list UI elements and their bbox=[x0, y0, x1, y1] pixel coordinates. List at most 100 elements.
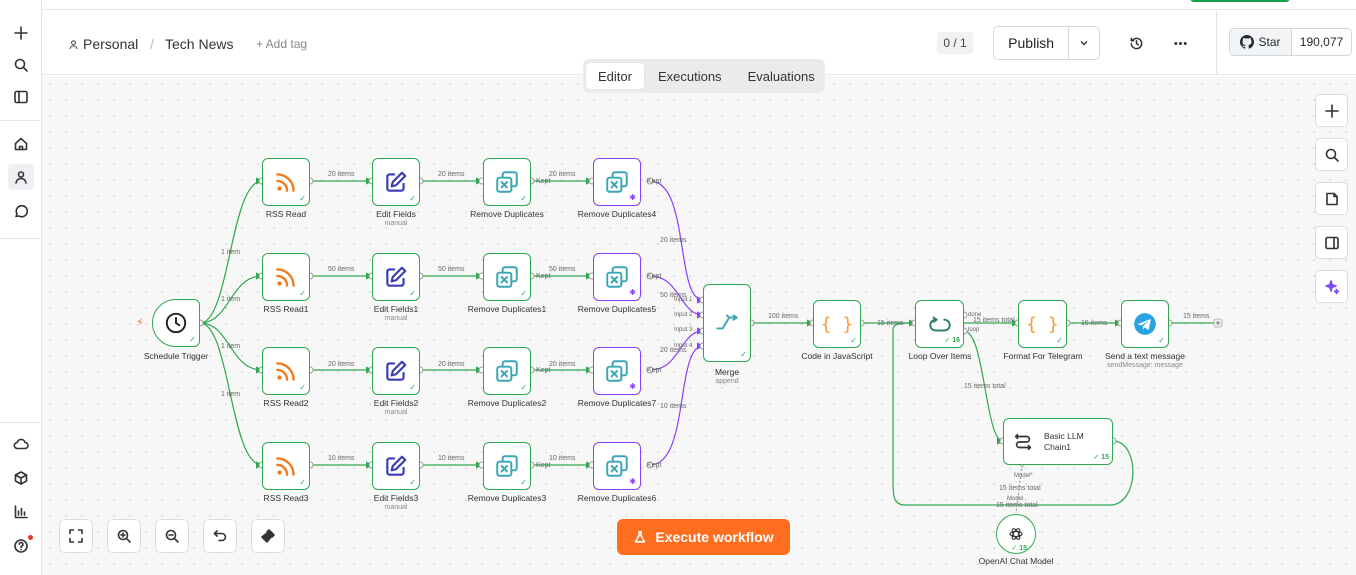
edge-label: 10 items bbox=[660, 403, 687, 410]
node-label: Loop Over Items bbox=[908, 351, 972, 361]
edge-label: Kept bbox=[536, 178, 551, 185]
zoom-in-button[interactable] bbox=[107, 519, 141, 553]
edge-label: 1 item bbox=[221, 391, 241, 398]
dedupe-icon bbox=[606, 266, 628, 288]
node-format-for-telegram[interactable]: { } ✓ bbox=[1018, 300, 1067, 348]
node-remove-duplicates4[interactable]: ✱ bbox=[593, 158, 641, 206]
success-check-icon: ✓ bbox=[520, 383, 527, 392]
openai-run-count: ✓ 15 bbox=[1011, 545, 1027, 552]
merge-input-label: Input 3 bbox=[674, 327, 693, 333]
edit-icon bbox=[386, 360, 407, 381]
rss-icon bbox=[276, 362, 295, 381]
edge-label: 50 items bbox=[438, 266, 465, 273]
undo-button[interactable] bbox=[203, 519, 237, 553]
tidy-up-button[interactable] bbox=[251, 519, 285, 553]
node-label: Remove Duplicates4 bbox=[577, 209, 657, 219]
success-check-icon: ✓ bbox=[520, 289, 527, 298]
node-label: Remove Duplicates bbox=[470, 209, 544, 219]
success-check-icon: ✓ bbox=[520, 478, 527, 487]
edit-icon bbox=[386, 171, 407, 192]
success-check-icon: ✓ bbox=[299, 289, 306, 298]
sticky-note-button[interactable] bbox=[1315, 182, 1348, 215]
edge-label: 15 items total bbox=[973, 317, 1015, 324]
pin-icon: ✱ bbox=[629, 477, 636, 486]
success-check-icon: ✓ bbox=[299, 478, 306, 487]
node-edit-fields1[interactable]: ✓ bbox=[372, 253, 420, 301]
success-check-icon: ✓ bbox=[740, 350, 747, 359]
node-subtitle: manual bbox=[384, 220, 408, 227]
node-schedule-trigger[interactable]: ✓ bbox=[152, 299, 200, 347]
search-nodes-button[interactable] bbox=[1315, 138, 1348, 171]
node-label: Format For Telegram bbox=[1003, 351, 1083, 361]
edge-label: 10 items bbox=[328, 455, 355, 462]
node-label: Remove Duplicates7 bbox=[577, 398, 657, 408]
node-remove-duplicates[interactable]: ✓ bbox=[483, 158, 531, 206]
edit-icon bbox=[386, 455, 407, 476]
loop-run-count: ✓ 16 bbox=[944, 337, 960, 344]
success-check-icon: ✓ bbox=[409, 478, 416, 487]
dedupe-icon bbox=[606, 360, 628, 382]
pin-icon: ✱ bbox=[629, 288, 636, 297]
node-label: Edit Fields3 bbox=[373, 493, 419, 503]
edge-label: 1 item bbox=[221, 249, 241, 256]
dedupe-icon bbox=[606, 171, 628, 193]
node-code-javascript[interactable]: { } ✓ bbox=[813, 300, 861, 348]
tab-editor[interactable]: Editor bbox=[586, 63, 644, 89]
dedupe-icon bbox=[496, 360, 518, 382]
add-node-button[interactable] bbox=[1315, 94, 1348, 127]
node-rss-read3[interactable]: ✓ bbox=[262, 442, 310, 490]
node-openai-chat-model[interactable]: ✓ 15 bbox=[996, 514, 1036, 554]
node-send-text-message[interactable]: ✓ bbox=[1121, 300, 1169, 348]
edge-label: 15 items total bbox=[964, 383, 1006, 390]
rss-icon bbox=[276, 173, 295, 192]
node-remove-duplicates2[interactable]: ✓ bbox=[483, 347, 531, 395]
execute-workflow-button[interactable]: Execute workflow bbox=[617, 519, 790, 555]
success-check-icon: ✓ bbox=[409, 289, 416, 298]
node-remove-duplicates6[interactable]: ✱ bbox=[593, 442, 641, 490]
node-remove-duplicates3[interactable]: ✓ bbox=[483, 442, 531, 490]
success-check-icon: ✓ bbox=[1158, 336, 1165, 345]
node-edit-fields2[interactable]: ✓ bbox=[372, 347, 420, 395]
node-rss-read1[interactable]: ✓ bbox=[262, 253, 310, 301]
node-remove-duplicates7[interactable]: ✱ bbox=[593, 347, 641, 395]
edge-label: 20 items bbox=[549, 171, 576, 178]
edge-label: 20 items bbox=[328, 361, 355, 368]
node-rss-read[interactable]: ✓ bbox=[262, 158, 310, 206]
pin-icon: ✱ bbox=[629, 382, 636, 391]
node-label: RSS Read1 bbox=[263, 304, 309, 314]
node-label: Remove Duplicates6 bbox=[577, 493, 657, 503]
edge-label: 15 items bbox=[1081, 320, 1108, 327]
llm-model-port: Model* bbox=[1014, 473, 1033, 479]
zoom-out-button[interactable] bbox=[155, 519, 189, 553]
execute-workflow-label: Execute workflow bbox=[655, 529, 774, 545]
merge-input-label: Input 4 bbox=[674, 343, 693, 349]
node-rss-read2[interactable]: ✓ bbox=[262, 347, 310, 395]
node-merge[interactable]: ✓ bbox=[703, 284, 751, 362]
node-label: Merge bbox=[714, 367, 740, 377]
node-basic-llm-chain[interactable]: Basic LLM Chain1 ✓ 15 bbox=[1003, 418, 1113, 465]
tab-evaluations[interactable]: Evaluations bbox=[736, 63, 827, 89]
edge-label: 10 items bbox=[438, 455, 465, 462]
node-edit-fields[interactable]: ✓ bbox=[372, 158, 420, 206]
tab-executions[interactable]: Executions bbox=[646, 63, 734, 89]
edge-label: 50 items bbox=[549, 266, 576, 273]
edge-label: 1 item bbox=[221, 296, 241, 303]
merge-input-label: Input 1 bbox=[674, 297, 693, 303]
code-braces-icon: { } bbox=[1026, 313, 1059, 335]
ai-assistant-button[interactable] bbox=[1315, 270, 1348, 303]
dedupe-icon bbox=[496, 266, 518, 288]
node-label: Code in JavaScript bbox=[801, 351, 873, 361]
edge-label: 15 items total bbox=[999, 485, 1041, 492]
success-check-icon: ✓ bbox=[299, 383, 306, 392]
edge-label: 10 items bbox=[549, 455, 576, 462]
node-edit-fields3[interactable]: ✓ bbox=[372, 442, 420, 490]
node-remove-duplicates1[interactable]: ✓ bbox=[483, 253, 531, 301]
edge-label: 15 items total bbox=[996, 502, 1038, 509]
panel-toggle-button[interactable] bbox=[1315, 226, 1348, 259]
node-label: RSS Read2 bbox=[263, 398, 309, 408]
node-remove-duplicates5[interactable]: ✱ bbox=[593, 253, 641, 301]
node-label: RSS Read3 bbox=[263, 493, 309, 503]
node-loop-over-items[interactable]: ✓ 16 bbox=[915, 300, 964, 348]
fit-view-button[interactable] bbox=[59, 519, 93, 553]
edit-icon bbox=[386, 266, 407, 287]
